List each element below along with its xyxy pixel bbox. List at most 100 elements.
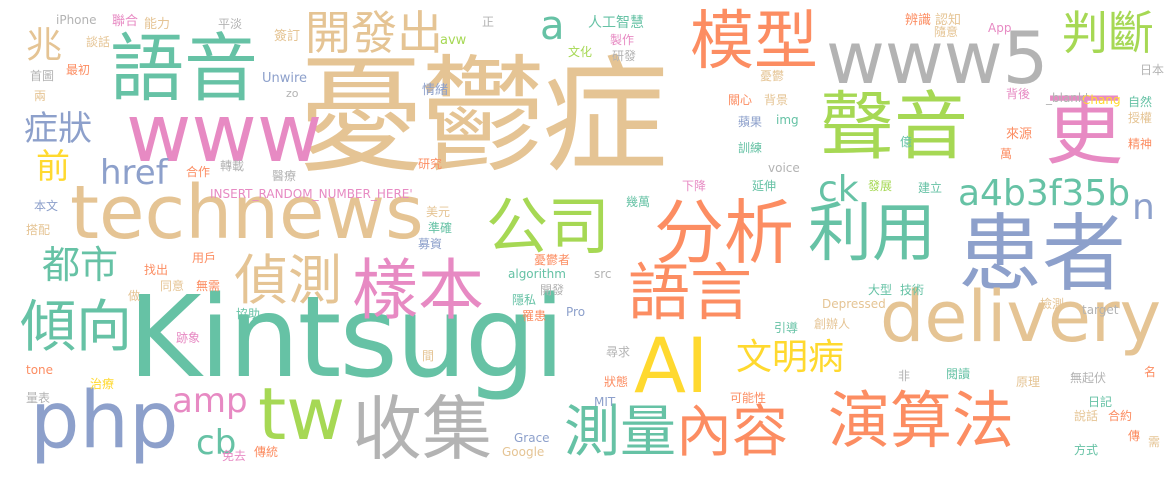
word-同意: 同意	[160, 279, 185, 293]
word-n: n	[1132, 187, 1155, 228]
word-文明病: 文明病	[736, 337, 845, 378]
word-背景: 背景	[764, 93, 789, 107]
word-語言: 語言	[628, 256, 753, 329]
word-首圖: 首圖	[30, 69, 55, 83]
word-zo: zo	[286, 87, 299, 100]
word-blank: _blank'	[1046, 91, 1089, 105]
word-技術: 技術	[900, 283, 925, 297]
word-偵測: 偵測	[234, 249, 342, 312]
word-合作: 合作	[186, 165, 211, 179]
word-cloud: 憂鬱症 Kintsugi www www5 語音 technews 聲音 患者 …	[0, 0, 1175, 482]
word-能力: 能力	[144, 17, 171, 32]
word-精神: 精神	[1128, 137, 1153, 151]
word-合約: 合約	[1108, 409, 1133, 423]
word-隱私: 隱私	[512, 293, 537, 307]
word-免去: 免去	[222, 449, 247, 463]
word-需: 需	[1148, 435, 1161, 449]
word-幾萬: 幾萬	[626, 195, 651, 209]
word-ck: ck	[818, 169, 859, 210]
word-傳: 傳	[1128, 429, 1141, 443]
word-voice: voice	[768, 161, 800, 175]
word-amp: amp	[172, 381, 248, 421]
word-平淡: 平淡	[218, 17, 243, 31]
word-症狀: 症狀	[24, 109, 92, 149]
word-量表: 量表	[26, 391, 51, 405]
word-php: php	[30, 376, 179, 466]
word-判斷: 判斷	[1062, 6, 1154, 60]
word-閱讀: 閱讀	[946, 367, 971, 381]
word-無起伏: 無起伏	[1070, 371, 1107, 385]
word-說話: 說話	[1074, 409, 1099, 423]
word-文化: 文化	[568, 45, 593, 59]
word-tw: tw	[258, 372, 346, 456]
word-內容: 內容	[676, 400, 788, 465]
word-a4b3f35b: a4b3f35b	[958, 173, 1131, 214]
word-開發: 開發	[540, 283, 565, 297]
word-憂鬱者: 憂鬱者	[534, 253, 571, 267]
word-授權: 授權	[1128, 111, 1153, 125]
word-iphone: iPhone	[56, 13, 97, 27]
word-檢測: 檢測	[1040, 297, 1065, 311]
word-隨意: 隨意	[934, 25, 959, 39]
word-延伸: 延伸	[752, 179, 777, 193]
word-開發出: 開發出	[305, 6, 443, 60]
word-談話: 談話	[86, 35, 111, 49]
word-src: src	[594, 267, 612, 281]
word-unwire: Unwire	[262, 71, 308, 86]
word-做: 做	[128, 289, 141, 303]
word-方式: 方式	[1074, 443, 1099, 457]
word-a: a	[540, 3, 565, 49]
word-罹患: 罹患	[522, 309, 547, 323]
word-grace: Grace	[514, 431, 550, 445]
word-關心: 關心	[728, 93, 753, 107]
word-發展: 發展	[868, 179, 893, 193]
word-img: img	[776, 113, 799, 127]
word-間: 間	[422, 349, 435, 363]
word-本文: 本文	[34, 199, 59, 213]
word-製作: 製作	[610, 33, 635, 47]
word-前: 前	[36, 147, 70, 187]
word-情緒: 情緒	[422, 83, 449, 98]
word-兆: 兆	[26, 25, 63, 66]
word-辨識: 辨識	[905, 13, 932, 28]
word-非: 非	[898, 369, 911, 383]
word-準確: 準確	[428, 221, 453, 235]
word-正: 正	[482, 15, 495, 29]
word-下降: 下降	[682, 179, 707, 193]
word-研發: 研發	[612, 49, 637, 63]
word-mit: MIT	[594, 395, 616, 409]
word-醫療: 醫療	[272, 169, 297, 183]
word-憂鬱: 憂鬱	[760, 69, 785, 83]
word-傾向: 傾向	[20, 295, 132, 360]
word-tone: tone	[26, 363, 54, 377]
word-algorithm: algorithm	[508, 267, 566, 281]
word-美元: 美元	[426, 205, 451, 219]
word-測量: 測量	[564, 400, 676, 465]
word-可能性: 可能性	[730, 391, 767, 405]
word-日本: 日本	[1140, 63, 1165, 77]
word-無需: 無需	[196, 279, 221, 293]
word-建立: 建立	[918, 181, 943, 195]
word-模型: 模型	[690, 5, 818, 79]
word-萬: 萬	[1000, 147, 1013, 161]
word-傳統: 傳統	[254, 445, 279, 459]
word-href: href	[100, 153, 168, 193]
word-名: 名	[1144, 365, 1157, 379]
word-創辦人: 創辦人	[814, 317, 851, 331]
word-協助: 協助	[236, 307, 261, 321]
word-背後: 背後	[1006, 87, 1031, 101]
word-公司: 公司	[486, 190, 611, 263]
word-兩: 兩	[34, 89, 47, 103]
word-尋求: 尋求	[606, 345, 631, 359]
word-聯合: 聯合	[112, 14, 139, 29]
word-都市: 都市	[42, 243, 119, 287]
word-app: App	[988, 21, 1012, 35]
word-狀態: 狀態	[604, 375, 629, 389]
word-原理: 原理	[1016, 375, 1041, 389]
word-自然: 自然	[1128, 95, 1153, 109]
word-樣本: 樣本	[352, 252, 484, 329]
word-轉載: 轉載	[220, 159, 245, 173]
word-語音: 語音	[110, 26, 258, 112]
word-insert-random-number-here: INSERT_RANDOM_NUMBER_HERE'	[210, 187, 413, 201]
word-跡象: 跡象	[176, 331, 201, 345]
